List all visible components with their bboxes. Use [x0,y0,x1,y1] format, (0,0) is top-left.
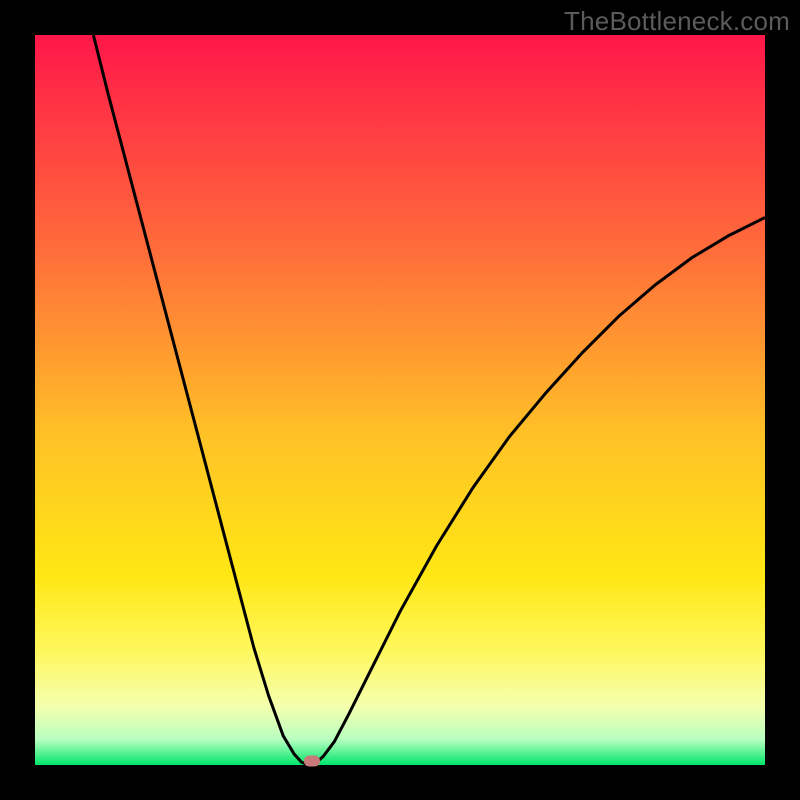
chart-background [35,35,765,765]
watermark-text: TheBottleneck.com [564,6,790,37]
chart-svg [35,35,765,765]
data-marker [304,756,320,767]
chart-frame: TheBottleneck.com [0,0,800,800]
